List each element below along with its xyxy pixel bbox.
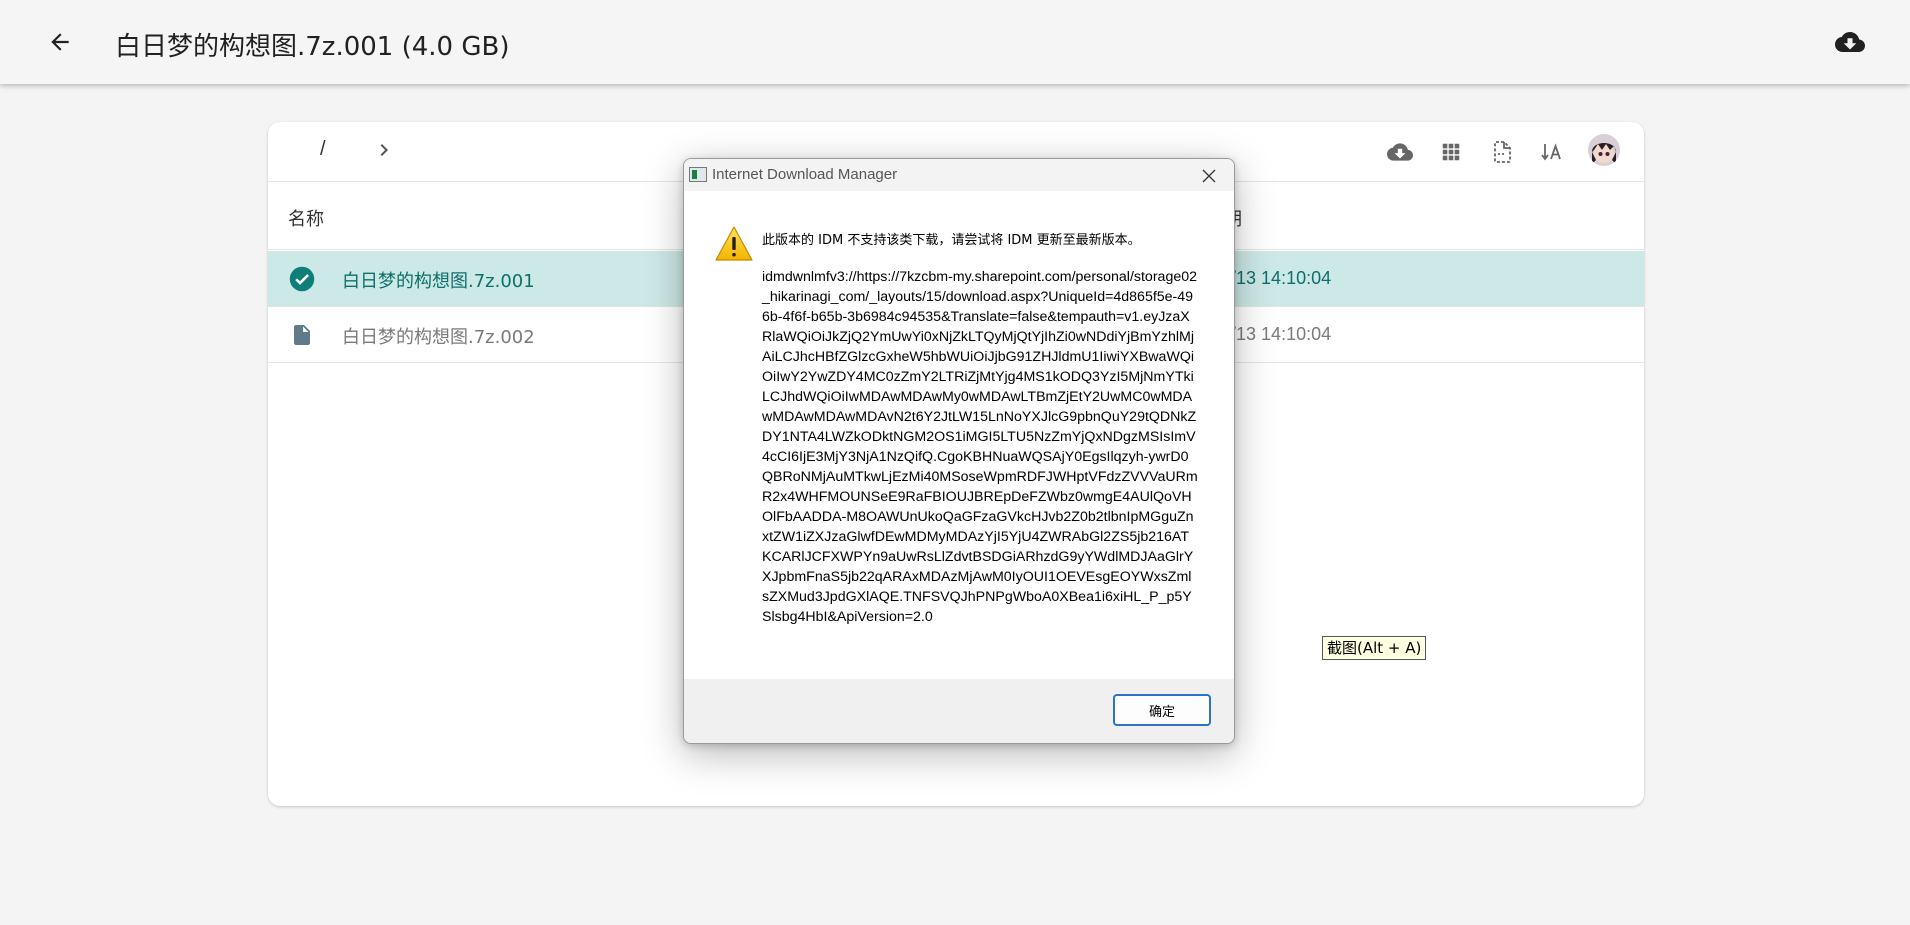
dialog-url-text: idmdwnlmfv3://https://7kzcbm-my.sharepoi… bbox=[762, 269, 1198, 625]
download-all-button[interactable] bbox=[1386, 138, 1414, 166]
cloud-download-icon bbox=[1387, 143, 1413, 161]
avatar-image bbox=[1588, 134, 1620, 166]
check-circle-icon[interactable] bbox=[288, 265, 316, 293]
ok-button[interactable]: 确定 bbox=[1113, 694, 1211, 726]
avatar[interactable] bbox=[1588, 134, 1620, 166]
warning-icon bbox=[715, 226, 753, 261]
idm-dialog: Internet Download Manager 此版本的 IDM 不支持该类… bbox=[683, 158, 1235, 744]
dialog-message: 此版本的 IDM 不支持该类下载，请尝试将 IDM 更新至最新版本。 bbox=[762, 233, 1141, 248]
breadcrumb-root[interactable]: / bbox=[320, 138, 326, 161]
file-select-button[interactable] bbox=[1488, 138, 1516, 166]
sort-button[interactable] bbox=[1538, 138, 1566, 166]
file-icon bbox=[288, 321, 316, 349]
close-icon bbox=[1202, 169, 1216, 183]
screenshot-tooltip: 截图(Alt + A) bbox=[1322, 636, 1427, 660]
arrow-left-icon bbox=[51, 33, 69, 51]
page-title: 白日梦的构想图.7z.001 (4.0 GB) bbox=[115, 32, 510, 62]
cloud-download-icon bbox=[1835, 32, 1865, 52]
file-dashed-icon bbox=[1494, 141, 1511, 163]
download-button[interactable] bbox=[1834, 26, 1866, 58]
grid-view-icon bbox=[1442, 143, 1460, 161]
sort-text-icon bbox=[1541, 143, 1561, 161]
back-button[interactable] bbox=[40, 22, 80, 62]
idm-app-icon bbox=[689, 167, 707, 182]
dialog-footer: 确定 bbox=[684, 679, 1234, 743]
file-name: 白日梦的构想图.7z.001 bbox=[342, 271, 535, 292]
file-name: 白日梦的构想图.7z.002 bbox=[342, 327, 535, 348]
dialog-title: Internet Download Manager bbox=[712, 166, 898, 183]
app-bar: 白日梦的构想图.7z.001 (4.0 GB) bbox=[0, 0, 1910, 84]
chevron-right-icon[interactable] bbox=[372, 138, 396, 162]
grid-view-button[interactable] bbox=[1437, 138, 1465, 166]
column-header-name[interactable]: 名称 bbox=[288, 205, 324, 231]
dialog-titlebar[interactable]: Internet Download Manager bbox=[684, 159, 1234, 191]
dialog-close-button[interactable] bbox=[1198, 165, 1220, 187]
